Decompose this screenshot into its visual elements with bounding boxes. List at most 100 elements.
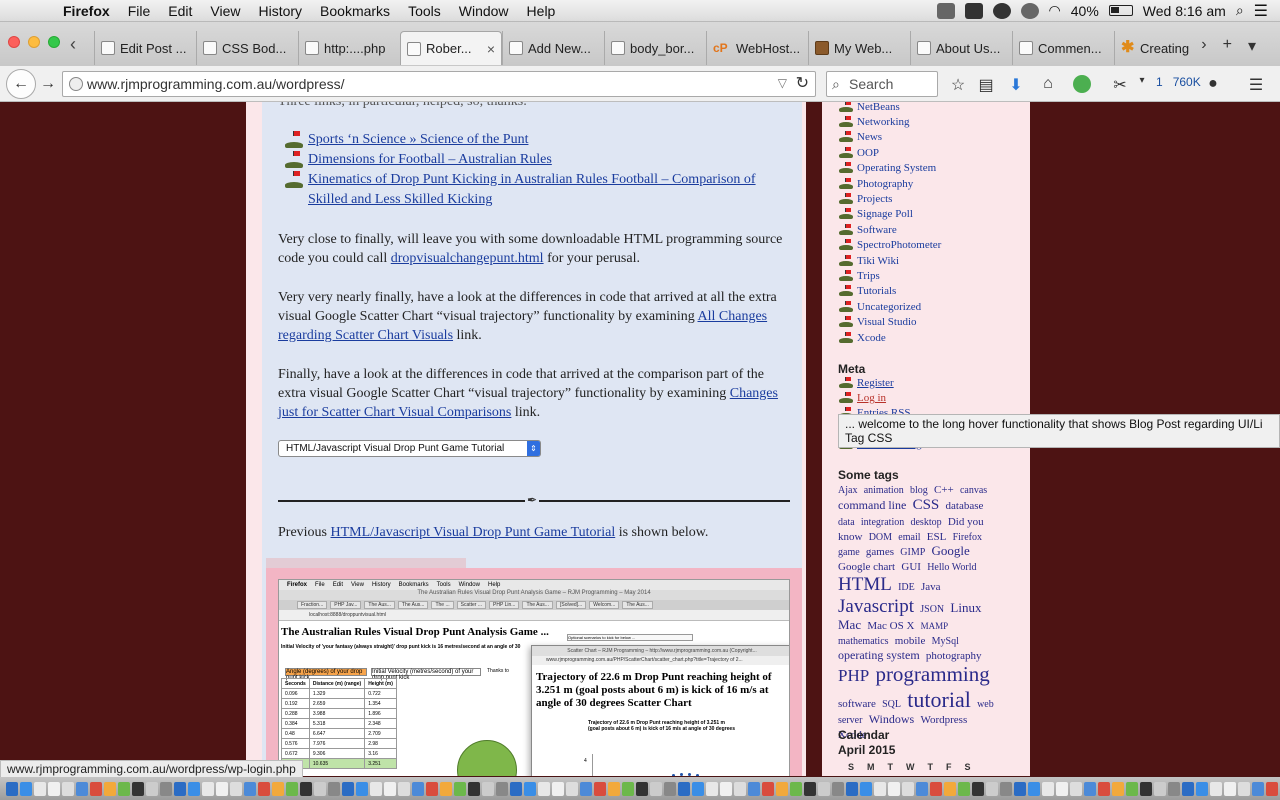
dock-app-icon[interactable] — [944, 781, 956, 796]
dock-app-icon[interactable] — [6, 781, 18, 796]
dock-app-icon[interactable] — [552, 781, 564, 796]
dock-app-icon[interactable] — [1098, 781, 1110, 796]
dock-app-icon[interactable] — [538, 781, 550, 796]
menu-view[interactable]: View — [201, 3, 249, 19]
addon-green-icon[interactable] — [1073, 75, 1091, 93]
dock-app-icon[interactable] — [146, 781, 158, 796]
dock-app-icon[interactable] — [244, 781, 256, 796]
tag-link[interactable]: C++ — [934, 484, 954, 496]
dock-app-icon[interactable] — [566, 781, 578, 796]
dock-app-icon[interactable] — [202, 781, 214, 796]
browser-tab[interactable]: cP WebHost... — [706, 31, 808, 65]
browser-tab[interactable]: Add New... — [502, 31, 604, 65]
home-icon[interactable]: ⌂ — [1038, 75, 1058, 93]
dock-app-icon[interactable] — [426, 781, 438, 796]
dock-app-icon[interactable] — [664, 781, 676, 796]
forward-button[interactable]: → — [36, 71, 60, 97]
tag-link[interactable]: games — [866, 546, 894, 558]
tag-link[interactable]: mathematics — [838, 636, 889, 647]
dock-app-icon[interactable] — [468, 781, 480, 796]
browser-tab[interactable]: Edit Post ... — [94, 31, 196, 65]
dock-app-icon[interactable] — [1126, 781, 1138, 796]
category-link[interactable]: Signage Poll — [857, 208, 913, 220]
downloads-icon[interactable]: ⬇ — [1006, 75, 1026, 95]
dock-app-icon[interactable] — [958, 781, 970, 796]
dock-app-icon[interactable] — [1154, 781, 1166, 796]
dock-app-icon[interactable] — [1182, 781, 1194, 796]
dock-app-icon[interactable] — [888, 781, 900, 796]
tag-link[interactable]: canvas — [960, 485, 987, 496]
link-kinematics[interactable]: Kinematics of Drop Punt Kicking in Austr… — [308, 170, 784, 210]
link-previous-tutorial[interactable]: HTML/Javascript Visual Drop Punt Game Tu… — [331, 525, 616, 540]
link-log-in[interactable]: Log in — [857, 392, 886, 404]
dock-app-icon[interactable] — [384, 781, 396, 796]
dock-app-icon[interactable] — [62, 781, 74, 796]
tag-link[interactable]: integration — [861, 517, 904, 528]
download-tray-icon[interactable] — [936, 2, 955, 19]
dock-app-icon[interactable] — [874, 781, 886, 796]
b-app-icon[interactable] — [992, 2, 1011, 19]
tag-link[interactable]: software — [838, 698, 876, 710]
screenshot-addon-icon[interactable]: ✂ — [1110, 75, 1130, 95]
zoom-window-button[interactable] — [48, 36, 60, 48]
dock-app-icon[interactable] — [510, 781, 522, 796]
tag-link[interactable]: command line — [838, 498, 906, 512]
dock-app-icon[interactable] — [160, 781, 172, 796]
menu-window[interactable]: Window — [450, 3, 518, 19]
browser-tab[interactable]: http:....php — [298, 31, 400, 65]
tutorial-select[interactable]: HTML/Javascript Visual Drop Punt Game Tu… — [278, 440, 541, 457]
notification-center-icon[interactable]: ☰ — [1254, 1, 1268, 21]
category-link[interactable]: Software — [857, 224, 897, 236]
new-tab-icon[interactable]: + — [1223, 36, 1232, 56]
tab-scroll-right-icon[interactable]: › — [1201, 36, 1206, 56]
dock-app-icon[interactable] — [776, 781, 788, 796]
history-dropdown-icon[interactable]: ▽ — [778, 76, 787, 90]
dock-app-icon[interactable] — [454, 781, 466, 796]
menu-bookmarks[interactable]: Bookmarks — [311, 3, 399, 19]
tab-scroll-left-icon[interactable]: ‹ — [70, 34, 76, 55]
dock-app-icon[interactable] — [300, 781, 312, 796]
dock-app-icon[interactable] — [594, 781, 606, 796]
dock-app-icon[interactable] — [790, 781, 802, 796]
tag-link[interactable]: desktop — [910, 517, 941, 528]
site-identity-icon[interactable] — [69, 77, 83, 91]
link-dropvisualchangepunt[interactable]: dropvisualchangepunt.html — [391, 251, 544, 266]
tag-link[interactable]: Hello World — [927, 562, 976, 573]
tag-link[interactable]: database — [946, 500, 984, 512]
minimize-window-button[interactable] — [28, 36, 40, 48]
tag-link[interactable]: GUI — [901, 561, 921, 573]
dock-app-icon[interactable] — [972, 781, 984, 796]
back-button[interactable]: ← — [6, 69, 36, 99]
dock-app-icon[interactable] — [342, 781, 354, 796]
addon-dropdown-icon[interactable]: ▾ — [1132, 75, 1152, 86]
dock-app-icon[interactable] — [1238, 781, 1250, 796]
dock-app-icon[interactable] — [328, 781, 340, 796]
category-link[interactable]: Tutorials — [857, 285, 896, 297]
list-all-tabs-icon[interactable]: ▾ — [1248, 36, 1256, 56]
dock-app-icon[interactable] — [1000, 781, 1012, 796]
dock-app-icon[interactable] — [846, 781, 858, 796]
tag-link[interactable]: ESL — [927, 531, 947, 543]
dock-app-icon[interactable] — [1056, 781, 1068, 796]
bookmarks-menu-icon[interactable]: ▤ — [976, 75, 996, 95]
tag-link[interactable]: Google — [932, 543, 970, 558]
browser-tab[interactable]: Commen... — [1012, 31, 1114, 65]
dock-app-icon[interactable] — [1252, 781, 1264, 796]
menu-app-firefox[interactable]: Firefox — [54, 3, 119, 19]
category-link[interactable]: Photography — [857, 178, 913, 190]
link-sports-science[interactable]: Sports ‘n Science » Science of the Punt — [308, 130, 528, 150]
menu-edit[interactable]: Edit — [159, 3, 201, 19]
dock-app-icon[interactable] — [90, 781, 102, 796]
dock-app-icon[interactable] — [1210, 781, 1222, 796]
tag-link[interactable]: Javascript — [838, 596, 914, 617]
dock-app-icon[interactable] — [76, 781, 88, 796]
dock-app-icon[interactable] — [650, 781, 662, 796]
category-link[interactable]: Xcode — [857, 332, 886, 344]
dock-app-icon[interactable] — [832, 781, 844, 796]
dock-app-icon[interactable] — [860, 781, 872, 796]
tag-link[interactable]: JSON — [920, 604, 944, 615]
dock-app-icon[interactable] — [34, 781, 46, 796]
dock-app-icon[interactable] — [902, 781, 914, 796]
dock-app-icon[interactable] — [678, 781, 690, 796]
tag-link[interactable]: Mac OS X — [867, 620, 914, 632]
